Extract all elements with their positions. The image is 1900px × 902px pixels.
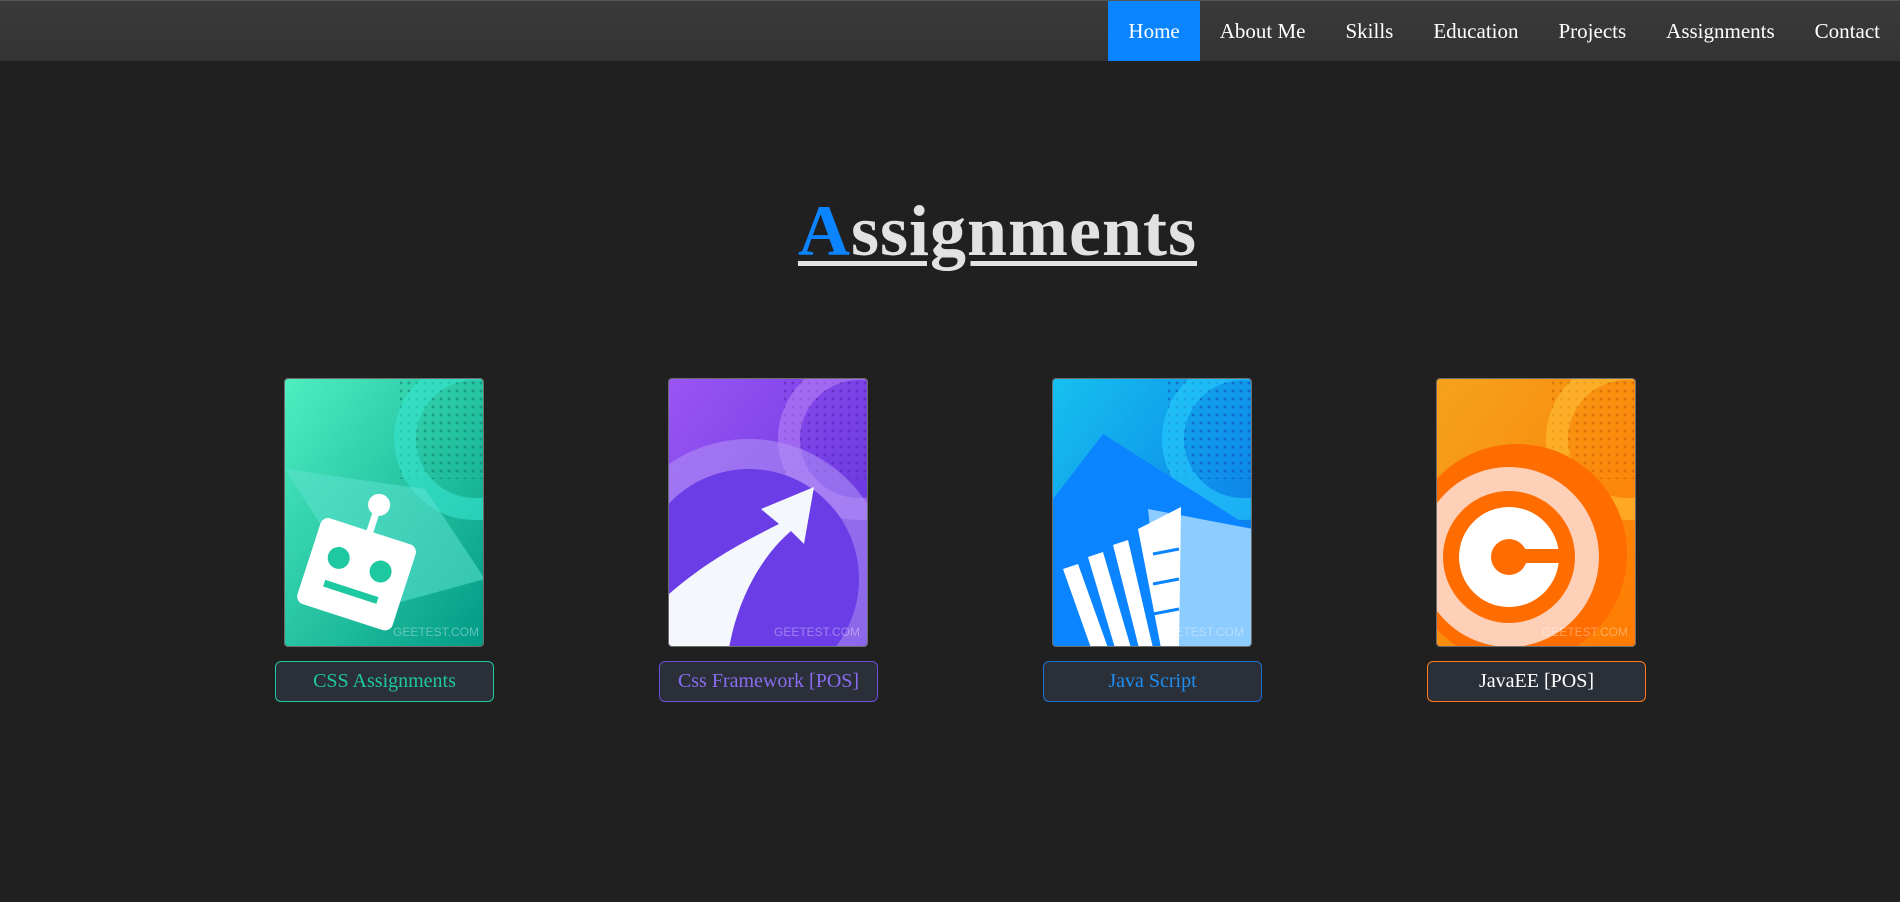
card-watermark: GEETEST.COM xyxy=(393,625,479,639)
top-navbar: Home About Me Skills Education Projects … xyxy=(0,0,1900,61)
css-framework-button[interactable]: Css Framework [POS] xyxy=(659,661,878,702)
nav-skills[interactable]: Skills xyxy=(1326,1,1414,61)
javaee-button[interactable]: JavaEE [POS] xyxy=(1427,661,1646,702)
page-title: Assignments xyxy=(798,190,1197,273)
pen-icon: GEETEST.COM xyxy=(1053,379,1251,646)
card-css-assignments[interactable]: GEETEST.COM xyxy=(284,378,484,647)
title-wrapper: Assignments xyxy=(0,190,1900,273)
page-title-first-letter: A xyxy=(797,191,851,271)
nav-about-me[interactable]: About Me xyxy=(1200,1,1326,61)
card-css-framework[interactable]: GEETEST.COM xyxy=(668,378,868,647)
card-watermark: GEETEST.COM xyxy=(1542,625,1628,639)
nav-home[interactable]: Home xyxy=(1108,1,1200,61)
arrow-icon: GEETEST.COM xyxy=(669,379,867,646)
card-watermark: GEETEST.COM xyxy=(774,625,860,639)
card-javaee[interactable]: GEETEST.COM xyxy=(1436,378,1636,647)
nav-contact[interactable]: Contact xyxy=(1795,1,1900,61)
card-watermark: GEETEST.COM xyxy=(1158,625,1244,639)
css-assignments-button[interactable]: CSS Assignments xyxy=(275,661,494,702)
card-java-script[interactable]: GEETEST.COM xyxy=(1052,378,1252,647)
java-script-button[interactable]: Java Script xyxy=(1043,661,1262,702)
nav-assignments[interactable]: Assignments xyxy=(1646,1,1795,61)
target-icon: GEETEST.COM xyxy=(1437,379,1635,646)
page-title-rest: ssignments xyxy=(850,191,1198,271)
nav-projects[interactable]: Projects xyxy=(1539,1,1647,61)
robot-icon: GEETEST.COM xyxy=(285,379,483,646)
nav-education[interactable]: Education xyxy=(1413,1,1538,61)
